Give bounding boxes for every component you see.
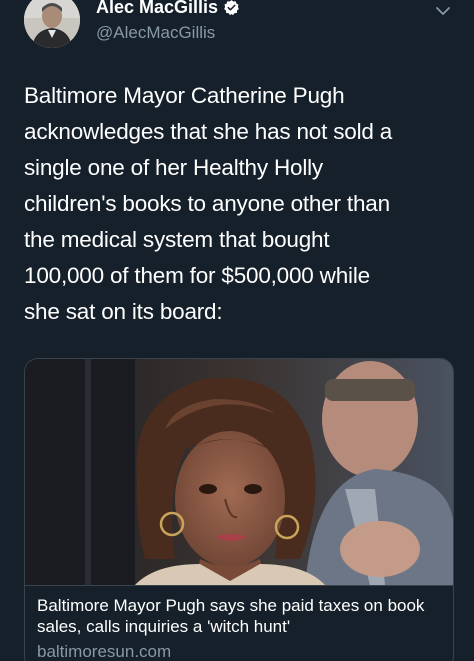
author-name[interactable]: Alec MacGillis	[96, 0, 218, 17]
author-handle[interactable]: @AlecMacGillis	[96, 22, 215, 44]
card-title[interactable]: Baltimore Mayor Pugh says she paid taxes…	[37, 595, 441, 637]
chevron-down-icon[interactable]	[434, 4, 452, 18]
link-preview-card[interactable]: Baltimore Mayor Pugh says she paid taxes…	[24, 358, 454, 661]
avatar[interactable]	[24, 0, 80, 48]
verified-badge-icon	[223, 0, 240, 16]
card-divider	[25, 585, 453, 586]
author-name-row: Alec MacGillis	[96, 0, 240, 20]
tweet-text: Baltimore Mayor Catherine Pugh acknowled…	[24, 83, 393, 324]
tweet-container: Alec MacGillis @AlecMacGillis Baltimore …	[0, 0, 474, 661]
card-domain[interactable]: baltimoresun.com	[37, 641, 171, 661]
card-image	[25, 359, 453, 585]
